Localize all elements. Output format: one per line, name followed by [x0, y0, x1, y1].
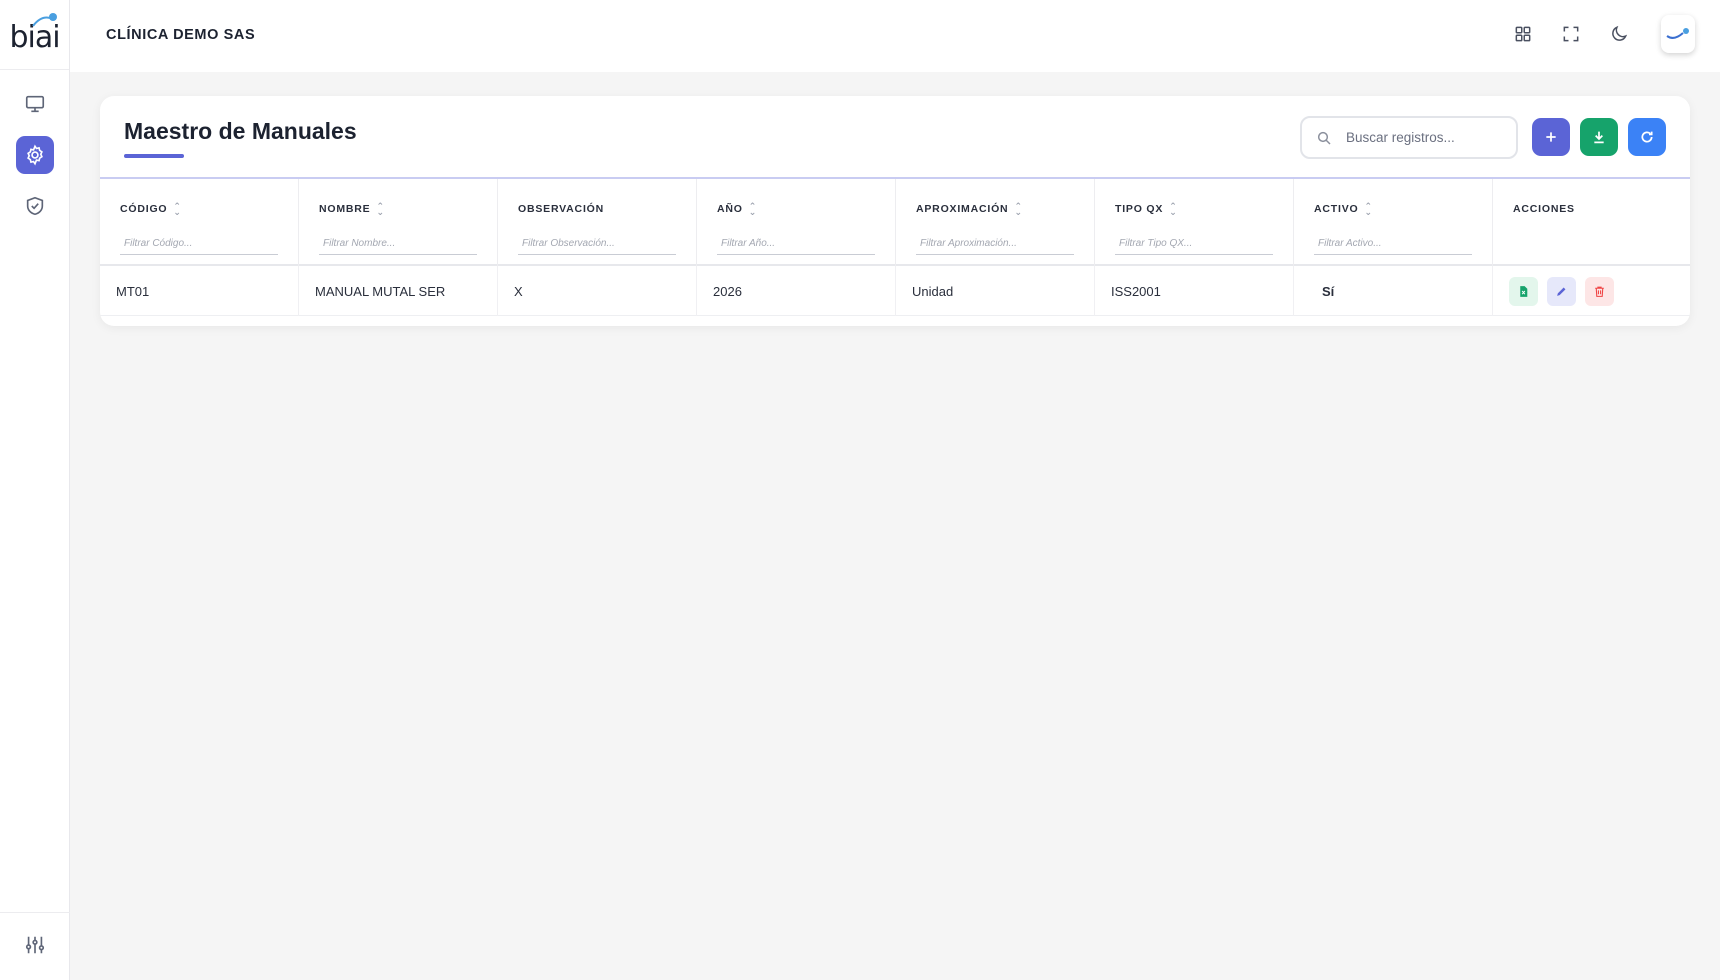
trash-icon — [1595, 286, 1604, 297]
search-input[interactable] — [1346, 130, 1496, 145]
column-header: ACCIONES — [1513, 203, 1575, 215]
company-name: CLÍNICA DEMO SAS — [106, 27, 256, 43]
apps-button[interactable] — [1511, 22, 1535, 46]
sliders-icon — [25, 936, 45, 954]
sidebar-item-settings[interactable] — [16, 136, 54, 174]
top-bar: CLÍNICA DEMO SAS — [70, 0, 1720, 72]
refresh-icon — [1641, 131, 1653, 143]
column-label: ACCIONES — [1513, 203, 1575, 215]
column-header: OBSERVACIÓN — [518, 203, 604, 215]
column-header[interactable]: APROXIMACIÓN ⌃ ⌄ — [916, 202, 1023, 217]
sidebar-item-preferences[interactable] — [16, 926, 54, 964]
plus-icon — [1546, 132, 1556, 142]
title-underline — [124, 154, 184, 158]
grid-icon — [1515, 26, 1531, 42]
column-codigo: CÓDIGO ⌃ ⌄ — [100, 179, 299, 266]
refresh-button[interactable] — [1628, 118, 1666, 156]
cell-codigo: MT01 — [100, 266, 299, 316]
filter-anio-input[interactable] — [717, 233, 875, 255]
sidebar-item-monitor[interactable] — [16, 85, 54, 123]
moon-icon — [1612, 25, 1628, 41]
column-anio: AÑO ⌃ ⌄ — [697, 179, 896, 266]
manuales-card: Maestro de Manuales CÓDIGO ⌃⌄ NOMBRE ⌃⌄ OB… — [100, 96, 1690, 326]
logo-swoosh-icon — [32, 16, 54, 27]
column-tipo-qx: TIPO QX ⌃ ⌄ — [1095, 179, 1294, 266]
sort-icon[interactable]: ⌃ ⌄ — [1014, 202, 1022, 217]
column-aproximacion: APROXIMACIÓN ⌃ ⌄ — [896, 179, 1095, 266]
sort-icon[interactable]: ⌃ ⌄ — [1364, 202, 1372, 217]
column-label: CÓDIGO — [120, 203, 168, 215]
theme-toggle-button[interactable] — [1607, 22, 1631, 46]
column-acciones: ACCIONES — [1493, 179, 1690, 266]
excel-button[interactable] — [1509, 276, 1538, 306]
table-row[interactable]: MT01 MANUAL MUTAL SER X 2026 Unidad ISS2… — [100, 266, 1690, 316]
column-header[interactable]: TIPO QX ⌃ ⌄ — [1115, 202, 1178, 217]
sort-icon[interactable]: ⌃ ⌄ — [376, 202, 384, 217]
column-observacion: OBSERVACIÓN — [498, 179, 697, 266]
cell-observacion: X — [498, 266, 697, 316]
fullscreen-icon — [1563, 26, 1579, 42]
column-nombre: NOMBRE ⌃ ⌄ — [299, 179, 498, 266]
user-avatar[interactable] — [1661, 15, 1695, 53]
file-excel-icon — [1520, 285, 1528, 297]
cell-anio: 2026 — [697, 266, 896, 316]
column-label: OBSERVACIÓN — [518, 203, 605, 215]
column-label: AÑO — [717, 203, 743, 215]
column-label: NOMBRE — [319, 203, 371, 215]
column-header[interactable]: CÓDIGO ⌃ ⌄ — [120, 202, 182, 217]
pencil-icon — [1557, 287, 1566, 296]
cell-nombre: MANUAL MUTAL SER — [299, 266, 498, 316]
sidebar-item-security[interactable] — [16, 187, 54, 225]
cell-activo: Sí — [1294, 266, 1493, 316]
shield-check-icon — [26, 196, 44, 216]
sidebar-divider — [0, 912, 70, 913]
filter-observacion-input[interactable] — [518, 233, 676, 255]
column-activo: ACTIVO ⌃ ⌄ — [1294, 179, 1493, 266]
filter-tipo-qx-input[interactable] — [1115, 233, 1273, 255]
avatar-logo-icon — [1666, 28, 1689, 39]
search-icon — [1317, 131, 1331, 145]
fullscreen-button[interactable] — [1559, 22, 1583, 46]
edit-button[interactable] — [1547, 276, 1576, 306]
cell-acciones — [1493, 266, 1690, 316]
export-button[interactable] — [1580, 118, 1618, 156]
column-label: APROXIMACIÓN — [916, 203, 1009, 215]
filter-activo-input[interactable] — [1314, 233, 1472, 255]
download-icon — [1594, 131, 1604, 144]
column-header[interactable]: AÑO ⌃ ⌄ — [717, 202, 757, 217]
sort-icon[interactable]: ⌃ ⌄ — [1169, 202, 1177, 217]
delete-button[interactable] — [1585, 276, 1614, 306]
column-label: ACTIVO — [1314, 203, 1359, 215]
cell-aproximacion: Unidad — [896, 266, 1095, 316]
column-header[interactable]: NOMBRE ⌃ ⌄ — [319, 202, 385, 217]
monitor-icon — [25, 95, 45, 113]
column-label: TIPO QX — [1115, 203, 1164, 215]
filter-aproximacion-input[interactable] — [916, 233, 1074, 255]
sort-icon[interactable]: ⌃ ⌄ — [173, 202, 181, 217]
sort-icon[interactable]: ⌃ ⌄ — [749, 202, 757, 217]
sidebar: biai — [0, 0, 70, 980]
page-title: Maestro de Manuales — [124, 118, 357, 144]
column-header[interactable]: ACTIVO ⌃ ⌄ — [1314, 202, 1373, 217]
search-box[interactable] — [1300, 116, 1518, 159]
cell-tipo-qx: ISS2001 — [1095, 266, 1294, 316]
filter-nombre-input[interactable] — [319, 233, 477, 255]
gear-icon — [27, 144, 43, 166]
table-header: CÓDIGO ⌃⌄ NOMBRE ⌃⌄ OBSERVACIÓN AÑO ⌃⌄ APRO… — [100, 179, 1690, 266]
manuales-table: CÓDIGO ⌃⌄ NOMBRE ⌃⌄ OBSERVACIÓN AÑO ⌃⌄ APRO… — [100, 179, 1690, 316]
filter-codigo-input[interactable] — [120, 233, 278, 255]
add-button[interactable] — [1532, 118, 1570, 156]
app-logo[interactable]: biai — [0, 0, 69, 70]
